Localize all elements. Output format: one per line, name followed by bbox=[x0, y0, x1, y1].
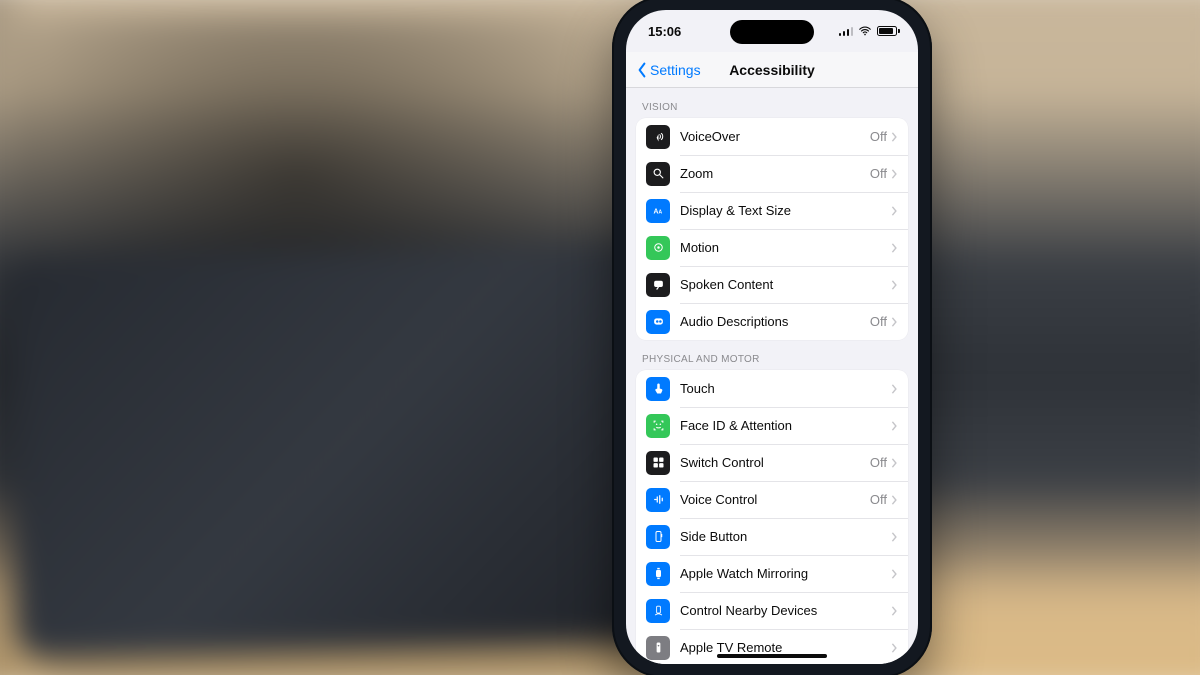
row-label: Touch bbox=[680, 381, 887, 396]
section-header: VISION bbox=[626, 88, 918, 118]
row-display-text-size[interactable]: AA Display & Text Size bbox=[636, 192, 908, 229]
text-size-icon: AA bbox=[646, 199, 670, 223]
settings-scroll[interactable]: VISION VoiceOver Off Zoom Off AA Display bbox=[626, 88, 918, 664]
chevron-right-icon bbox=[891, 279, 898, 291]
settings-group: Touch Face ID & Attention Switch Control… bbox=[636, 370, 908, 664]
chevron-right-icon bbox=[891, 131, 898, 143]
chevron-left-icon bbox=[636, 62, 648, 78]
row-audio-descriptions[interactable]: Audio Descriptions Off bbox=[636, 303, 908, 340]
voiceover-icon bbox=[646, 125, 670, 149]
row-motion[interactable]: Motion bbox=[636, 229, 908, 266]
row-value: Off bbox=[870, 455, 887, 470]
chevron-right-icon bbox=[891, 205, 898, 217]
nav-bar: Settings Accessibility bbox=[626, 52, 918, 88]
battery-icon bbox=[877, 26, 900, 36]
iphone-device: 15:06 Settings Accessibility VISION Vo bbox=[612, 0, 932, 675]
zoom-icon bbox=[646, 162, 670, 186]
row-side-button[interactable]: Side Button bbox=[636, 518, 908, 555]
row-label: Side Button bbox=[680, 529, 887, 544]
row-zoom[interactable]: Zoom Off bbox=[636, 155, 908, 192]
nearby-icon bbox=[646, 599, 670, 623]
chevron-right-icon bbox=[891, 168, 898, 180]
chevron-right-icon bbox=[891, 383, 898, 395]
audio-descriptions-icon bbox=[646, 310, 670, 334]
row-label: VoiceOver bbox=[680, 129, 870, 144]
row-label: Apple Watch Mirroring bbox=[680, 566, 887, 581]
screen: 15:06 Settings Accessibility VISION Vo bbox=[626, 10, 918, 664]
chevron-right-icon bbox=[891, 242, 898, 254]
row-label: Control Nearby Devices bbox=[680, 603, 887, 618]
spoken-content-icon bbox=[646, 273, 670, 297]
svg-text:A: A bbox=[653, 209, 658, 216]
wifi-icon bbox=[858, 24, 872, 38]
row-faceid[interactable]: Face ID & Attention bbox=[636, 407, 908, 444]
voice-control-icon bbox=[646, 488, 670, 512]
back-button[interactable]: Settings bbox=[632, 52, 705, 87]
switch-control-icon bbox=[646, 451, 670, 475]
row-apple-watch-mirroring[interactable]: Apple Watch Mirroring bbox=[636, 555, 908, 592]
chevron-right-icon bbox=[891, 457, 898, 469]
row-value: Off bbox=[870, 492, 887, 507]
row-apple-tv-remote[interactable]: Apple TV Remote bbox=[636, 629, 908, 664]
status-time: 15:06 bbox=[648, 24, 681, 39]
back-label: Settings bbox=[650, 62, 701, 78]
chevron-right-icon bbox=[891, 316, 898, 328]
dynamic-island bbox=[730, 20, 814, 44]
row-value: Off bbox=[870, 314, 887, 329]
tv-remote-icon bbox=[646, 636, 670, 660]
row-label: Spoken Content bbox=[680, 277, 887, 292]
row-label: Display & Text Size bbox=[680, 203, 887, 218]
row-label: Face ID & Attention bbox=[680, 418, 887, 433]
faceid-icon bbox=[646, 414, 670, 438]
side-button-icon bbox=[646, 525, 670, 549]
row-switch-control[interactable]: Switch Control Off bbox=[636, 444, 908, 481]
row-value: Off bbox=[870, 129, 887, 144]
section-header: PHYSICAL AND MOTOR bbox=[626, 340, 918, 370]
chevron-right-icon bbox=[891, 531, 898, 543]
chevron-right-icon bbox=[891, 494, 898, 506]
chevron-right-icon bbox=[891, 568, 898, 580]
cellular-icon bbox=[839, 26, 854, 36]
row-spoken-content[interactable]: Spoken Content bbox=[636, 266, 908, 303]
row-label: Apple TV Remote bbox=[680, 640, 887, 655]
chevron-right-icon bbox=[891, 605, 898, 617]
page-title: Accessibility bbox=[729, 62, 815, 78]
row-voice-control[interactable]: Voice Control Off bbox=[636, 481, 908, 518]
row-voiceover[interactable]: VoiceOver Off bbox=[636, 118, 908, 155]
chevron-right-icon bbox=[891, 420, 898, 432]
row-control-nearby[interactable]: Control Nearby Devices bbox=[636, 592, 908, 629]
chevron-right-icon bbox=[891, 642, 898, 654]
row-value: Off bbox=[870, 166, 887, 181]
home-indicator[interactable] bbox=[717, 654, 827, 658]
background-photo bbox=[0, 0, 1200, 675]
row-label: Motion bbox=[680, 240, 887, 255]
svg-text:A: A bbox=[658, 210, 662, 216]
row-label: Zoom bbox=[680, 166, 870, 181]
motion-icon bbox=[646, 236, 670, 260]
row-touch[interactable]: Touch bbox=[636, 370, 908, 407]
row-label: Audio Descriptions bbox=[680, 314, 870, 329]
row-label: Switch Control bbox=[680, 455, 870, 470]
watch-icon bbox=[646, 562, 670, 586]
settings-group: VoiceOver Off Zoom Off AA Display & Text… bbox=[636, 118, 908, 340]
touch-icon bbox=[646, 377, 670, 401]
row-label: Voice Control bbox=[680, 492, 870, 507]
